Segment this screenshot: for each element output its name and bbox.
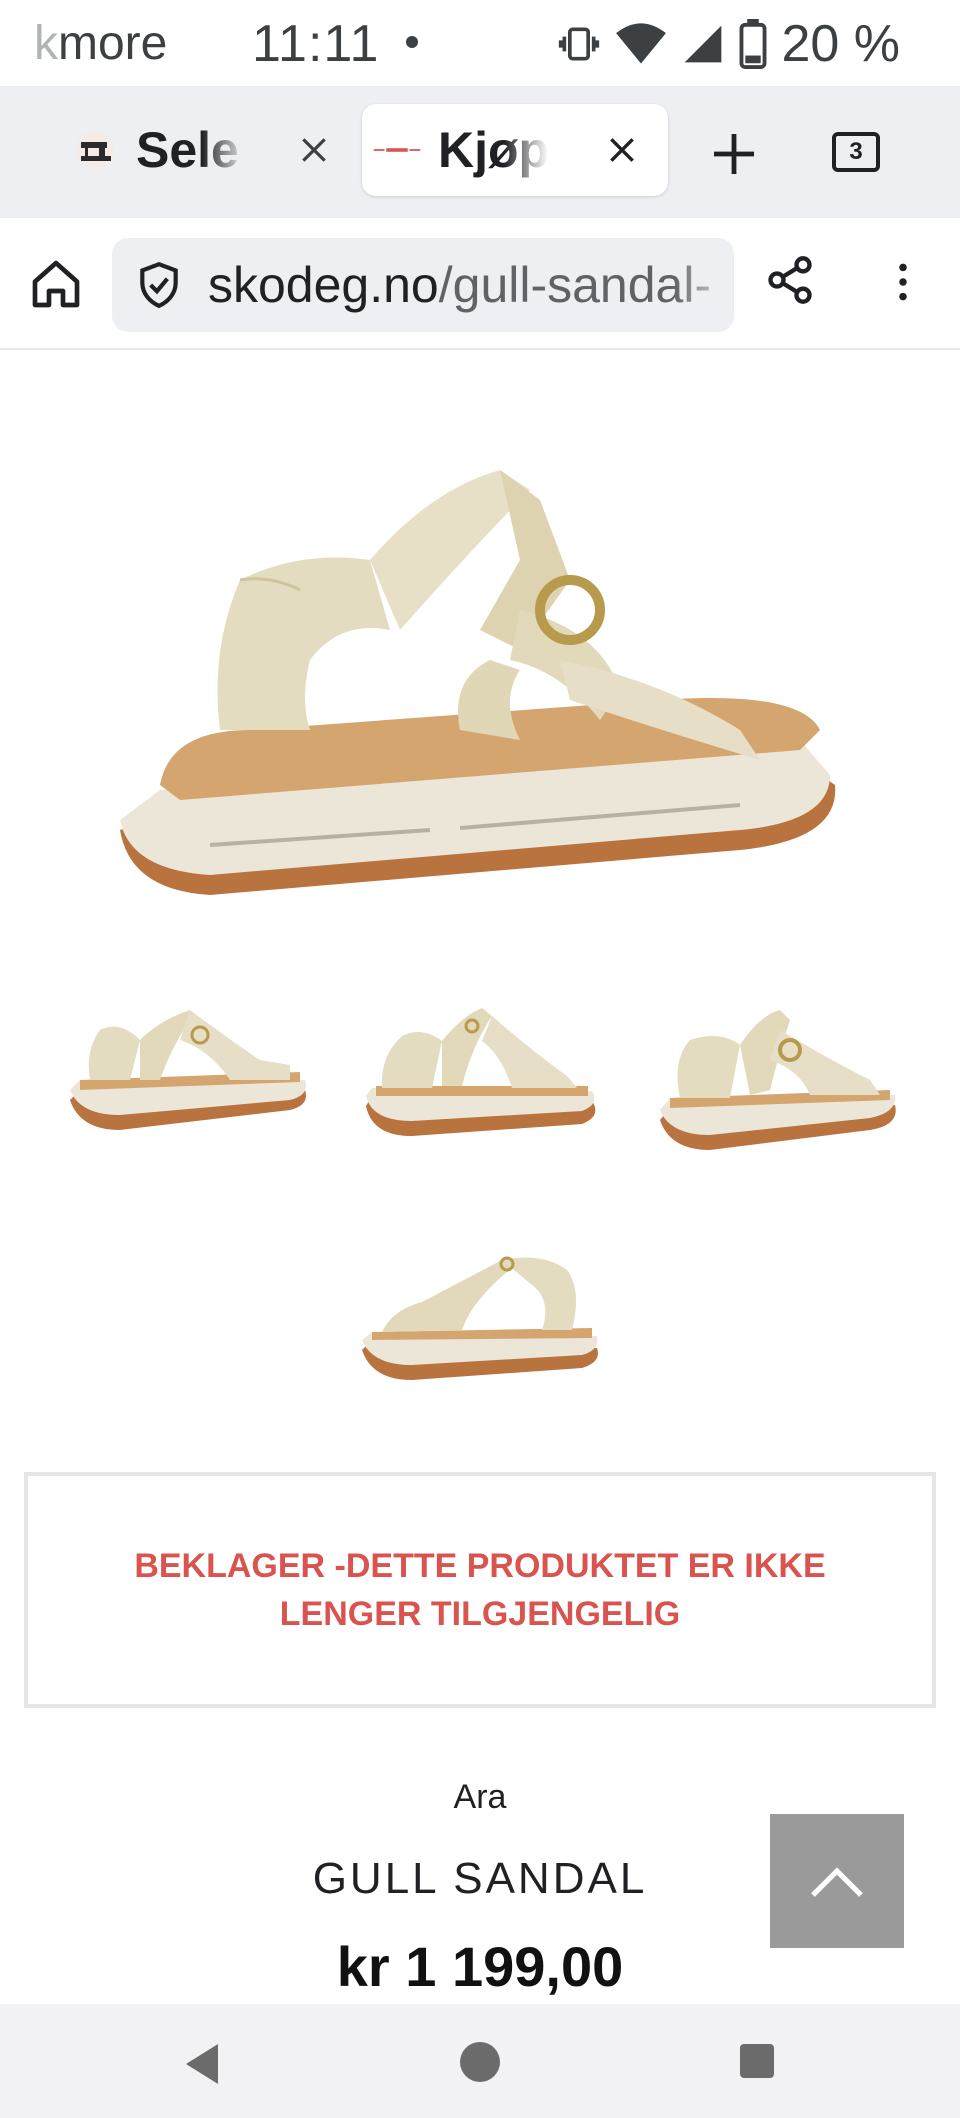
home-button[interactable] — [28, 256, 88, 316]
product-brand[interactable]: Ara — [0, 1778, 960, 1817]
more-vert-icon — [899, 263, 907, 301]
tab-title: Kjøp — [438, 122, 548, 178]
signal-icon — [685, 25, 722, 63]
url-text: skodeg.no/gull-sandal- — [208, 257, 712, 313]
plus-icon — [714, 134, 754, 174]
unavailable-notice-text: BEKLAGER -DETTE PRODUKTET ER IKKE LENGER… — [134, 1547, 826, 1633]
wifi-icon — [616, 23, 667, 64]
product-main-image[interactable] — [100, 430, 860, 930]
unavailable-notice: BEKLAGER -DETTE PRODUKTET ER IKKE LENGER… — [24, 1472, 936, 1708]
product-thumbnail-1[interactable] — [60, 990, 320, 1160]
overflow-menu-button[interactable] — [878, 254, 928, 314]
new-tab-button[interactable] — [702, 122, 766, 186]
status-app-label: kmore — [34, 17, 168, 70]
share-button[interactable] — [764, 254, 820, 314]
back-icon[interactable] — [182, 2042, 222, 2086]
home-icon — [32, 260, 80, 308]
tab-inactive[interactable]: Sele — [60, 104, 360, 196]
notification-dot-icon — [406, 36, 418, 48]
shield-check-icon — [140, 261, 178, 309]
sewing-machine-icon — [70, 125, 120, 175]
tab-active[interactable]: Kjøp — [362, 104, 668, 196]
tab-title: Sele — [136, 122, 239, 178]
product-thumbnail-2[interactable] — [352, 996, 612, 1166]
tab-switcher-button[interactable]: 3 — [832, 132, 880, 172]
close-tab-icon[interactable] — [600, 128, 644, 172]
vibrate-icon — [559, 27, 600, 61]
status-time: 11:11 — [252, 15, 380, 73]
skodeg-logo — [372, 125, 422, 175]
battery-icon — [740, 19, 767, 69]
tab-strip: Sele Kjøp — [0, 86, 960, 218]
url-field[interactable]: skodeg.no/gull-sandal- — [112, 238, 734, 332]
status-bar: kmore 11:11 20 % — [0, 0, 960, 86]
battery-percentage: 20 % — [781, 15, 900, 73]
chevron-up-icon — [811, 1867, 863, 1897]
system-navigation-bar — [0, 2004, 960, 2118]
close-tab-icon[interactable] — [292, 128, 336, 172]
back-to-top-button[interactable] — [770, 1814, 904, 1948]
product-thumbnail-4[interactable] — [352, 1240, 612, 1410]
address-bar: skodeg.no/gull-sandal- — [0, 218, 960, 350]
product-thumbnail-3[interactable] — [650, 1000, 910, 1170]
home-circle-icon[interactable] — [460, 2042, 500, 2082]
share-icon — [768, 256, 812, 304]
recents-square-icon[interactable] — [740, 2044, 774, 2078]
